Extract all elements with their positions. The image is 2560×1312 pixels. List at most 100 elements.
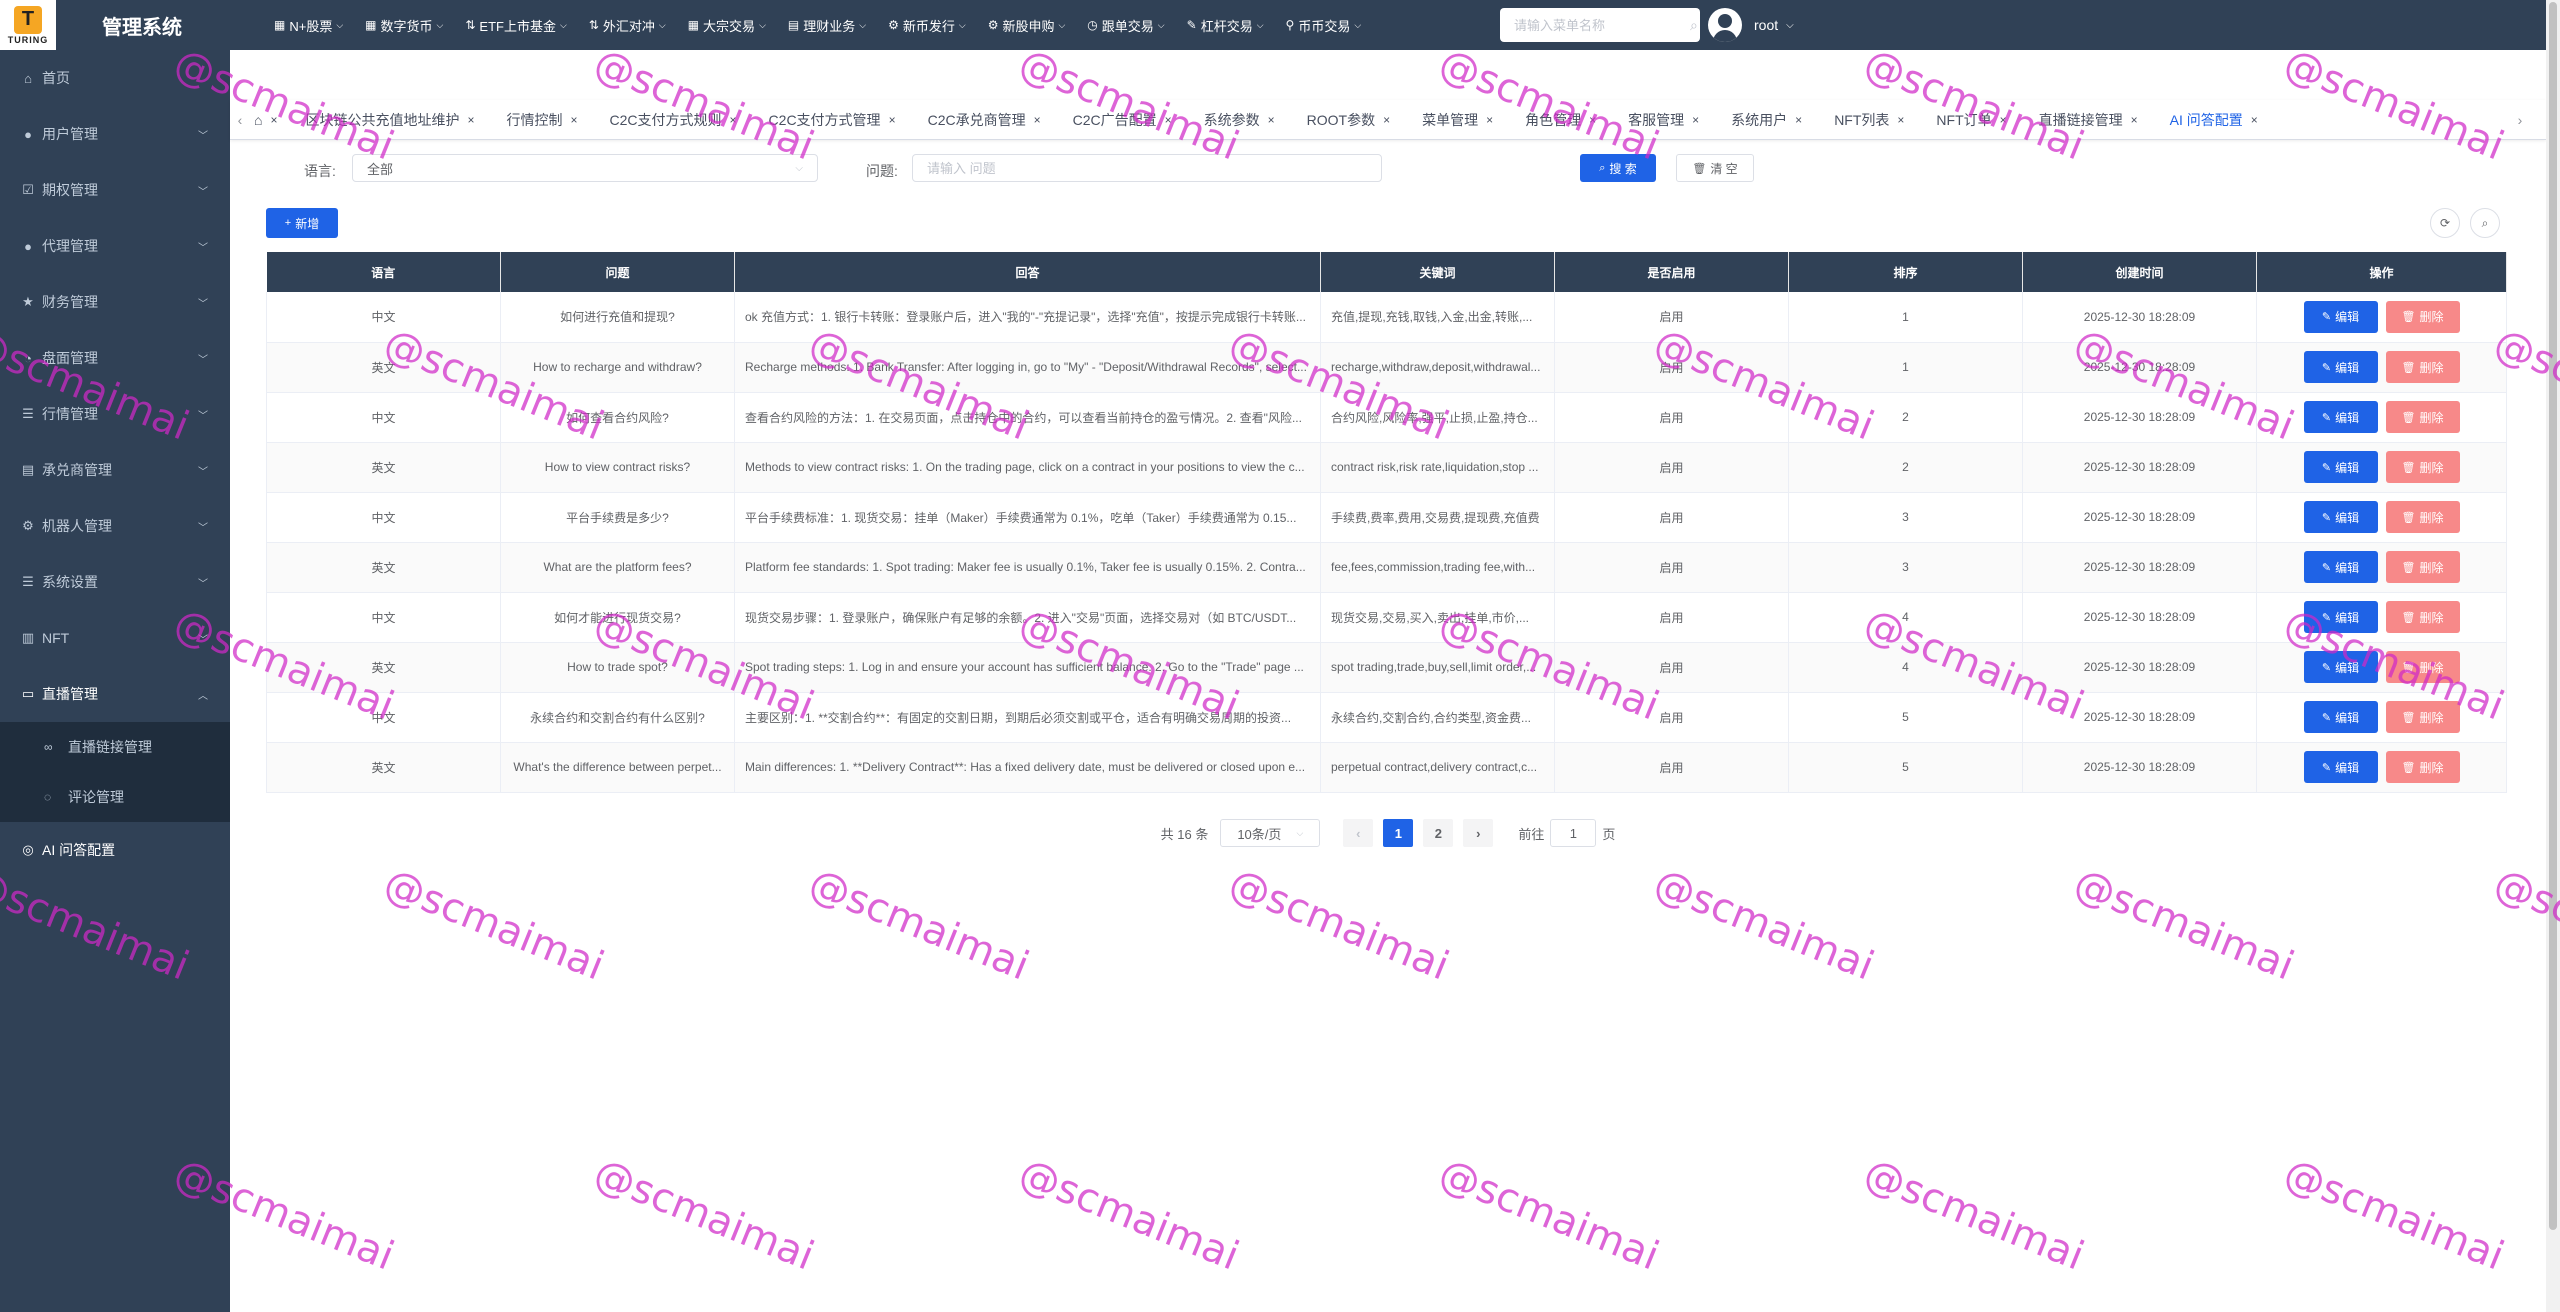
top-menu-item[interactable]: ▦ 数字货币 ⌵ xyxy=(365,16,443,35)
tag-item[interactable]: 客服管理 × xyxy=(1620,107,1707,133)
delete-button[interactable]: 🗑 删除 xyxy=(2385,351,2460,383)
goto-page-input[interactable] xyxy=(1550,819,1597,847)
question-input[interactable] xyxy=(912,154,1382,182)
close-icon[interactable]: × xyxy=(1795,113,1802,127)
search-toggle-icon[interactable]: ⌕ xyxy=(2470,208,2500,238)
close-icon[interactable]: × xyxy=(2000,113,2007,127)
delete-button[interactable]: 🗑 删除 xyxy=(2385,501,2460,533)
search-button[interactable]: ⌕ 搜 索 xyxy=(1580,154,1656,182)
close-icon[interactable]: × xyxy=(467,113,474,127)
tag-item[interactable]: 直播链接管理 × xyxy=(2031,107,2146,133)
sidebar-item[interactable]: ☰ 行情管理 ﹀ xyxy=(0,386,230,442)
edit-button[interactable]: ✎ 编辑 xyxy=(2303,501,2378,533)
sidebar-item[interactable]: ☑ 期权管理 ﹀ xyxy=(0,162,230,218)
page-button[interactable]: 2 xyxy=(1423,819,1454,847)
page-scrollbar[interactable] xyxy=(2546,0,2560,1312)
sidebar-subitem[interactable]: ◌ 评论管理 xyxy=(0,772,230,822)
sidebar-item[interactable]: ★ 财务管理 ﹀ xyxy=(0,274,230,330)
tag-item[interactable]: ROOT参数 × xyxy=(1299,107,1398,133)
sidebar-item[interactable]: ▥ NFT ﹀ xyxy=(0,610,230,666)
sidebar-item[interactable]: ⚙ 机器人管理 ﹀ xyxy=(0,498,230,554)
tag-item[interactable]: 菜单管理 × xyxy=(1414,107,1501,133)
tags-scroll-left-icon[interactable]: ‹ xyxy=(230,112,250,128)
sidebar-item[interactable]: ● 代理管理 ﹀ xyxy=(0,218,230,274)
prev-page-button[interactable]: ‹ xyxy=(1343,819,1374,847)
menu-search-box[interactable]: ⌕ xyxy=(1500,8,1700,42)
top-menu-item[interactable]: ▤ 理财业务 ⌵ xyxy=(788,16,866,35)
close-icon[interactable]: × xyxy=(730,113,737,127)
close-icon[interactable]: × xyxy=(270,113,277,127)
close-icon[interactable]: × xyxy=(1383,113,1390,127)
tag-item[interactable]: 行情控制 × xyxy=(499,107,586,133)
close-icon[interactable]: × xyxy=(1165,113,1172,127)
top-menu-item[interactable]: ⚲ 币币交易 ⌵ xyxy=(1286,16,1362,35)
top-menu-item[interactable]: ⇅ 外汇对冲 ⌵ xyxy=(589,16,666,35)
tag-item[interactable]: NFT列表 × xyxy=(1826,107,1912,133)
close-icon[interactable]: × xyxy=(1897,113,1904,127)
tag-item[interactable]: AI 问答配置 × xyxy=(2162,107,2266,133)
edit-button[interactable]: ✎ 编辑 xyxy=(2303,751,2378,783)
search-icon[interactable]: ⌕ xyxy=(1690,17,1698,34)
close-icon[interactable]: × xyxy=(2251,113,2258,127)
edit-button[interactable]: ✎ 编辑 xyxy=(2303,701,2378,733)
edit-button[interactable]: ✎ 编辑 xyxy=(2303,401,2378,433)
delete-button[interactable]: 🗑 删除 xyxy=(2385,651,2460,683)
tag-item[interactable]: C2C支付方式规则 × xyxy=(602,107,745,133)
tag-item[interactable]: C2C支付方式管理 × xyxy=(761,107,904,133)
edit-button[interactable]: ✎ 编辑 xyxy=(2303,300,2378,333)
edit-button[interactable]: ✎ 编辑 xyxy=(2303,451,2378,483)
sidebar-item[interactable]: ● 用户管理 ﹀ xyxy=(0,106,230,162)
close-icon[interactable]: × xyxy=(889,113,896,127)
delete-button[interactable]: 🗑 删除 xyxy=(2385,601,2460,633)
sidebar-subitem[interactable]: ∞ 直播链接管理 xyxy=(0,722,230,772)
close-icon[interactable]: × xyxy=(1486,113,1493,127)
edit-button[interactable]: ✎ 编辑 xyxy=(2303,601,2378,633)
delete-button[interactable]: 🗑 删除 xyxy=(2385,551,2460,583)
close-icon[interactable]: × xyxy=(2131,113,2138,127)
page-size-select[interactable]: 10条/页 ⌵ xyxy=(1220,819,1321,847)
sidebar-item[interactable]: ⌂ 首页 xyxy=(0,50,230,106)
next-page-button[interactable]: › xyxy=(1463,819,1494,847)
close-icon[interactable]: × xyxy=(1034,113,1041,127)
close-icon[interactable]: × xyxy=(1589,113,1596,127)
tag-item[interactable]: 角色管理 × xyxy=(1517,107,1604,133)
top-menu-item[interactable]: ⚙ 新股申购 ⌵ xyxy=(988,16,1066,35)
tags-scroll-right-icon[interactable]: › xyxy=(2510,112,2530,128)
tag-item[interactable]: C2C承兑商管理 × xyxy=(920,107,1049,133)
tag-item[interactable]: C2C广告配置 × xyxy=(1065,107,1180,133)
tag-home[interactable]: ⌂ × xyxy=(250,107,281,133)
top-menu-item[interactable]: ▦ N+股票 ⌵ xyxy=(274,16,343,35)
scrollbar-thumb[interactable] xyxy=(2549,2,2557,1230)
page-button[interactable]: 1 xyxy=(1383,819,1414,847)
user-dropdown[interactable]: root ⌵ xyxy=(1708,6,1794,44)
top-menu-item[interactable]: ⇅ ETF上市基金 ⌵ xyxy=(465,16,566,35)
clear-button[interactable]: 🗑 清 空 xyxy=(1676,154,1754,182)
avatar[interactable] xyxy=(1708,8,1742,42)
sidebar-item[interactable]: ◔ 盘面管理 ﹀ xyxy=(0,330,230,386)
menu-search-input[interactable] xyxy=(1514,17,1690,33)
edit-button[interactable]: ✎ 编辑 xyxy=(2303,651,2378,683)
edit-button[interactable]: ✎ 编辑 xyxy=(2303,551,2378,583)
tag-item[interactable]: 系统参数 × xyxy=(1196,107,1283,133)
tag-item[interactable]: 系统用户 × xyxy=(1723,107,1810,133)
close-icon[interactable]: × xyxy=(1268,113,1275,127)
sidebar-item[interactable]: ▤ 承兑商管理 ﹀ xyxy=(0,442,230,498)
tag-item[interactable]: 区块链公共充值地址维护 × xyxy=(297,107,482,133)
user-name[interactable]: root xyxy=(1754,17,1778,33)
delete-button[interactable]: 🗑 删除 xyxy=(2385,451,2460,483)
refresh-icon[interactable]: ⟳ xyxy=(2430,208,2460,238)
top-menu-item[interactable]: ⚙ 新币发行 ⌵ xyxy=(888,16,966,35)
top-menu-item[interactable]: ▦ 大宗交易 ⌵ xyxy=(688,16,766,35)
delete-button[interactable]: 🗑 删除 xyxy=(2385,751,2460,783)
sidebar-item-ai-qa[interactable]: ◎ AI 问答配置 xyxy=(0,822,230,878)
sidebar-item[interactable]: ▭ 直播管理 ︿ xyxy=(0,666,230,722)
delete-button[interactable]: 🗑 删除 xyxy=(2385,401,2460,433)
close-icon[interactable]: × xyxy=(1692,113,1699,127)
edit-button[interactable]: ✎ 编辑 xyxy=(2303,351,2378,383)
top-menu-item[interactable]: ◷ 跟单交易 ⌵ xyxy=(1087,16,1164,35)
delete-button[interactable]: 🗑 删除 xyxy=(2385,300,2460,333)
add-button[interactable]: + 新增 xyxy=(266,208,338,238)
delete-button[interactable]: 🗑 删除 xyxy=(2385,701,2460,733)
sidebar-item[interactable]: ☰ 系统设置 ﹀ xyxy=(0,554,230,610)
top-menu-item[interactable]: ✎ 杠杆交易 ⌵ xyxy=(1187,16,1264,35)
